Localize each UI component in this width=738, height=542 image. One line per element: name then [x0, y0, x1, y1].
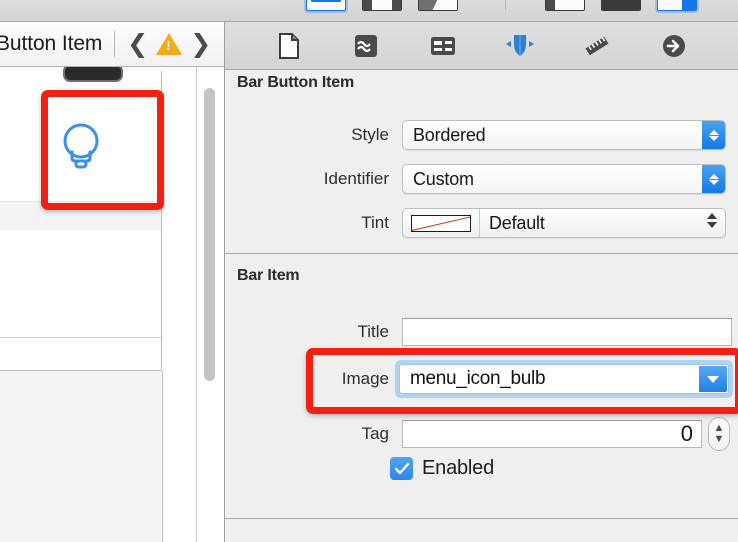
version-editor-icon	[419, 0, 457, 10]
enabled-checkbox[interactable]	[390, 457, 413, 480]
utilities-inspector-panel: Bar Button Item Style Bordered Identifie…	[225, 22, 738, 542]
canvas-list-strip	[0, 202, 161, 231]
tint-control[interactable]: Default	[402, 208, 726, 238]
tint-color-swatch[interactable]	[411, 214, 471, 232]
document-icon	[279, 32, 300, 59]
warning-triangle-icon[interactable]	[156, 33, 183, 55]
identity-card-icon	[431, 36, 456, 55]
inspector-tab-bar[interactable]	[225, 22, 738, 70]
tint-divider	[479, 209, 480, 237]
row-identifier: Identifier Custom	[225, 164, 738, 194]
identifier-popup-value: Custom	[413, 168, 474, 189]
label-style: Style	[351, 125, 389, 144]
canvas-lower-area	[0, 371, 163, 542]
image-combobox-value: menu_icon_bulb	[410, 368, 546, 389]
help-waves-icon	[355, 34, 378, 57]
attributes-inspector-tab[interactable]	[503, 31, 537, 61]
section-divider-2	[225, 518, 738, 519]
section-bar-button-item: Bar Button Item	[225, 74, 738, 104]
standard-editor-icon	[311, 0, 341, 2]
label-tag: Tag	[361, 424, 389, 443]
tag-text-field[interactable]: 0	[402, 420, 702, 448]
label-identifier: Identifier	[323, 169, 389, 188]
debug-pane-button[interactable]	[601, 0, 641, 11]
check-icon	[394, 462, 409, 474]
label-title: Title	[357, 322, 390, 341]
canvas-content-body	[0, 230, 161, 338]
lightbulb-icon[interactable]	[57, 119, 105, 173]
title-text-field[interactable]	[402, 318, 732, 346]
canvas-scrollbar-thumb[interactable]	[204, 88, 215, 381]
section-title-bar-item: Bar Item	[237, 267, 300, 284]
standard-editor-button[interactable]	[306, 0, 346, 11]
row-enabled: Enabled	[390, 457, 494, 480]
jump-bar-separator	[114, 31, 116, 57]
navigator-pane-button[interactable]	[545, 0, 585, 11]
storyboard-canvas[interactable]	[0, 67, 196, 542]
stepper-up-icon[interactable]: ▲	[714, 423, 725, 434]
device-preview-card[interactable]	[0, 67, 162, 371]
chevron-right-icon[interactable]: ❯	[188, 31, 213, 57]
assistant-editor-button[interactable]	[362, 0, 402, 11]
identity-inspector-tab[interactable]	[426, 31, 460, 61]
quick-help-tab[interactable]	[349, 31, 383, 61]
utilities-pane-icon	[682, 0, 696, 10]
stepper-down-icon[interactable]: ▼	[714, 434, 725, 445]
row-image: Image menu_icon_bulb	[225, 360, 738, 398]
enabled-label: Enabled	[422, 457, 494, 479]
ruler-icon	[585, 36, 609, 55]
assistant-editor-icon-left	[363, 0, 372, 10]
connections-inspector-tab[interactable]	[657, 31, 691, 61]
row-title: Title	[225, 318, 738, 346]
section-title-bar-button-item: Bar Button Item	[237, 74, 355, 91]
size-inspector-tab[interactable]	[580, 31, 614, 61]
toolbar-strip-left	[0, 0, 280, 21]
chevron-updown-icon[interactable]	[702, 121, 725, 149]
tint-value: Default	[489, 212, 545, 233]
tag-value: 0	[680, 421, 693, 446]
arrow-circle-icon	[662, 34, 685, 57]
editor-mode-toggles[interactable]	[306, 0, 458, 11]
jump-bar[interactable]: Button Item ❮ ❯	[0, 22, 225, 67]
shield-slider-icon	[505, 34, 534, 56]
chevron-updown-icon[interactable]	[702, 165, 725, 193]
tag-stepper[interactable]: ▲ ▼	[708, 417, 730, 451]
toolbar-strip	[0, 0, 738, 22]
navigation-bar-preview[interactable]	[0, 67, 161, 202]
label-tint: Tint	[361, 213, 389, 232]
utilities-pane-button[interactable]	[657, 0, 697, 11]
lightbulb-glyph	[63, 123, 99, 169]
breadcrumb-title[interactable]: Button Item	[0, 32, 102, 56]
assistant-editor-icon-right	[392, 0, 401, 10]
identifier-popup-button[interactable]: Custom	[402, 164, 726, 194]
section-bar-item: Bar Item	[225, 267, 738, 295]
version-editor-button[interactable]	[418, 0, 458, 11]
row-tint: Tint Default	[225, 208, 738, 238]
toolbar-divider	[505, 0, 506, 10]
style-popup-value: Bordered	[413, 124, 486, 145]
image-combobox[interactable]: menu_icon_bulb	[399, 364, 729, 394]
chevron-down-icon[interactable]	[699, 366, 727, 392]
chevron-left-icon[interactable]: ❮	[125, 31, 150, 57]
navigator-pane-icon	[546, 0, 555, 10]
row-style: Style Bordered	[225, 120, 738, 150]
device-speaker	[63, 67, 123, 82]
row-tag: Tag 0 ▲ ▼	[225, 417, 738, 451]
title-input[interactable]	[403, 319, 731, 345]
xcode-inspector-screenshot: Button Item ❮ ❯	[0, 0, 738, 542]
image-combobox-focusring: menu_icon_bulb	[395, 360, 733, 398]
tint-stepper[interactable]	[707, 213, 717, 228]
style-popup-button[interactable]: Bordered	[402, 120, 726, 150]
file-inspector-tab[interactable]	[272, 31, 306, 61]
view-pane-toggles[interactable]	[545, 0, 697, 11]
section-divider-1	[225, 253, 738, 254]
debug-pane-icon	[602, 0, 640, 10]
label-image: Image	[341, 369, 389, 388]
